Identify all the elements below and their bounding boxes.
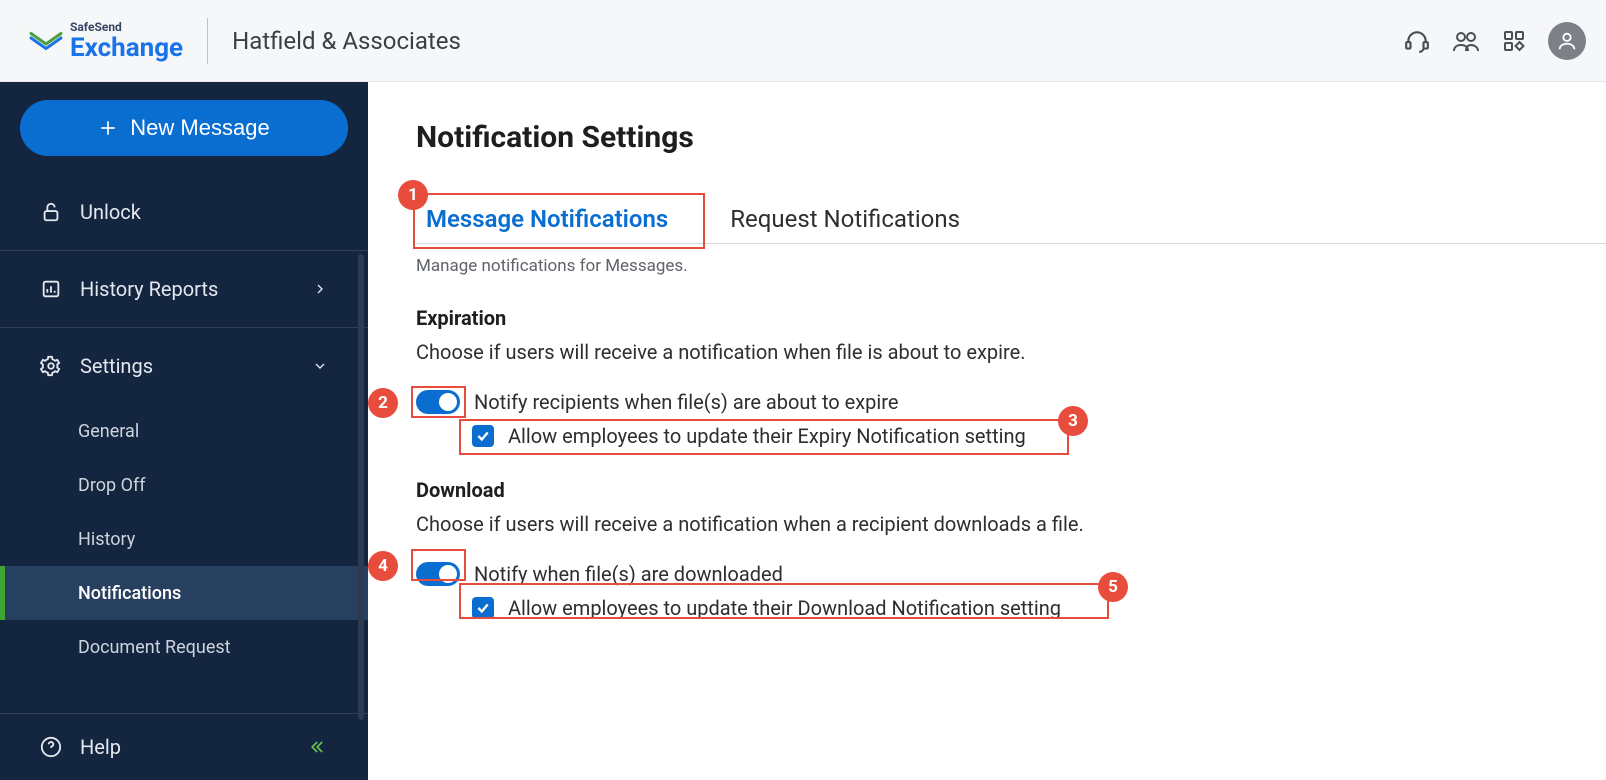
- general-label: General: [78, 421, 139, 442]
- drop-off-label: Drop Off: [78, 475, 145, 496]
- plus-icon: [98, 118, 118, 138]
- top-bar: SafeSend Exchange Hatfield & Associates: [0, 0, 1606, 82]
- tab-message-notifications[interactable]: Message Notifications: [416, 197, 678, 243]
- main-content: Notification Settings Message Notificati…: [368, 82, 1606, 780]
- download-notify-toggle[interactable]: [416, 562, 460, 586]
- report-icon: [40, 278, 62, 300]
- help-label: Help: [80, 735, 121, 759]
- expiration-allow-checkbox[interactable]: [472, 425, 494, 447]
- document-request-label: Document Request: [78, 637, 231, 658]
- download-toggle-label: Notify when file(s) are downloaded: [474, 562, 783, 586]
- tab-request-notifications[interactable]: Request Notifications: [720, 197, 970, 243]
- sidebar-item-history-reports[interactable]: History Reports: [0, 251, 368, 327]
- tabs: Message Notifications Request Notificati…: [416, 197, 1606, 244]
- users-icon[interactable]: [1452, 28, 1480, 54]
- envelope-icon: [28, 27, 64, 55]
- user-avatar[interactable]: [1548, 22, 1586, 60]
- sidebar-item-settings[interactable]: Settings: [0, 328, 368, 404]
- new-message-button[interactable]: New Message: [20, 100, 348, 156]
- sidebar: New Message Unlock History Reports Setti…: [0, 82, 368, 780]
- sidebar-sub-history[interactable]: History: [0, 512, 368, 566]
- new-message-label: New Message: [130, 115, 269, 141]
- download-allow-checkbox[interactable]: [472, 597, 494, 619]
- sidebar-sub-notifications[interactable]: Notifications: [0, 566, 368, 620]
- unlock-icon: [40, 201, 62, 223]
- sidebar-sub-general[interactable]: General: [0, 404, 368, 458]
- settings-label: Settings: [80, 354, 153, 378]
- sidebar-item-help[interactable]: Help: [0, 714, 368, 780]
- tab-description: Manage notifications for Messages.: [416, 256, 1606, 276]
- download-description: Choose if users will receive a notificat…: [416, 512, 1606, 536]
- gear-icon: [40, 355, 62, 377]
- download-heading: Download: [416, 478, 1606, 502]
- sidebar-item-unlock[interactable]: Unlock: [0, 174, 368, 250]
- history-reports-label: History Reports: [80, 277, 218, 301]
- expiration-notify-toggle[interactable]: [416, 390, 460, 414]
- expiration-checkbox-label: Allow employees to update their Expiry N…: [508, 424, 1026, 448]
- expiration-heading: Expiration: [416, 306, 1606, 330]
- sidebar-sub-drop-off[interactable]: Drop Off: [0, 458, 368, 512]
- sidebar-sub-document-request[interactable]: Document Request: [0, 620, 368, 674]
- check-icon: [476, 601, 490, 615]
- chevron-right-icon: [312, 281, 328, 297]
- company-name: Hatfield & Associates: [232, 27, 461, 55]
- history-label: History: [78, 529, 135, 550]
- header-divider: [207, 18, 208, 64]
- download-checkbox-label: Allow employees to update their Download…: [508, 596, 1061, 620]
- sidebar-scrollbar[interactable]: [358, 254, 364, 720]
- expiration-description: Choose if users will receive a notificat…: [416, 340, 1606, 364]
- notifications-label: Notifications: [78, 583, 181, 604]
- apps-grid-icon[interactable]: [1502, 29, 1526, 53]
- brand-bottom-text: Exchange: [70, 35, 183, 61]
- page-title: Notification Settings: [416, 120, 1606, 155]
- collapse-sidebar-icon[interactable]: [308, 737, 328, 757]
- support-headset-icon[interactable]: [1404, 28, 1430, 54]
- expiration-toggle-label: Notify recipients when file(s) are about…: [474, 390, 898, 414]
- brand-logo: SafeSend Exchange: [28, 21, 183, 61]
- help-icon: [40, 736, 62, 758]
- unlock-label: Unlock: [80, 200, 141, 224]
- chevron-down-icon: [312, 358, 328, 374]
- check-icon: [476, 429, 490, 443]
- brand-top-text: SafeSend: [70, 21, 183, 33]
